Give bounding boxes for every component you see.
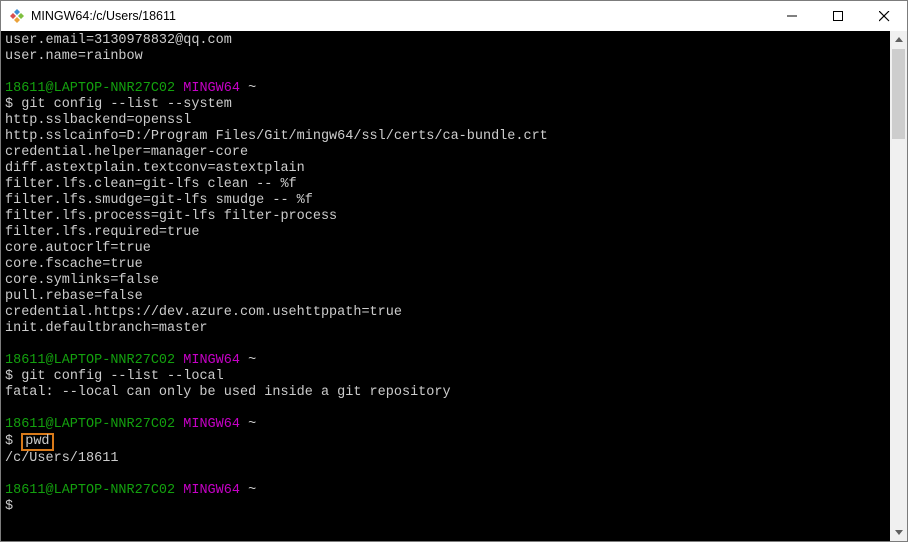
output-line: fatal: --local can only be used inside a… bbox=[5, 385, 451, 400]
vertical-scrollbar[interactable] bbox=[890, 31, 907, 541]
minimize-button[interactable] bbox=[769, 1, 815, 31]
output-line: user.name=rainbow bbox=[5, 49, 143, 64]
blank-line bbox=[5, 337, 886, 353]
output-line: user.email=3130978832@qq.com bbox=[5, 33, 232, 48]
command-text: git config --list --system bbox=[21, 97, 232, 112]
maximize-button[interactable] bbox=[815, 1, 861, 31]
scroll-up-button[interactable] bbox=[890, 31, 907, 48]
output-line: init.defaultbranch=master bbox=[5, 321, 208, 336]
highlighted-command: pwd bbox=[21, 433, 53, 451]
scroll-thumb[interactable] bbox=[892, 49, 905, 139]
prompt-userhost: 18611@LAPTOP-NNR27C02 bbox=[5, 81, 175, 96]
output-line: filter.lfs.clean=git-lfs clean -- %f bbox=[5, 177, 297, 192]
prompt-dollar: $ bbox=[5, 369, 13, 384]
close-button[interactable] bbox=[861, 1, 907, 31]
output-line: core.autocrlf=true bbox=[5, 241, 151, 256]
prompt-env: MINGW64 bbox=[183, 353, 240, 368]
prompt-env: MINGW64 bbox=[183, 483, 240, 498]
output-line: credential.https://dev.azure.com.usehttp… bbox=[5, 305, 402, 320]
output-line: diff.astextplain.textconv=astextplain bbox=[5, 161, 305, 176]
output-line: pull.rebase=false bbox=[5, 289, 143, 304]
prompt-path: ~ bbox=[248, 417, 256, 432]
prompt-dollar: $ bbox=[5, 434, 13, 449]
terminal[interactable]: user.email=3130978832@qq.com user.name=r… bbox=[1, 31, 890, 541]
output-line: core.symlinks=false bbox=[5, 273, 159, 288]
client-area: user.email=3130978832@qq.com user.name=r… bbox=[1, 31, 907, 541]
blank-line bbox=[5, 467, 886, 483]
output-line: core.fscache=true bbox=[5, 257, 143, 272]
prompt-dollar: $ bbox=[5, 97, 13, 112]
prompt-env: MINGW64 bbox=[183, 417, 240, 432]
output-line: credential.helper=manager-core bbox=[5, 145, 248, 160]
output-line: filter.lfs.required=true bbox=[5, 225, 199, 240]
prompt-userhost: 18611@LAPTOP-NNR27C02 bbox=[5, 353, 175, 368]
window-controls bbox=[769, 1, 907, 31]
window-title: MINGW64:/c/Users/18611 bbox=[31, 9, 176, 23]
scroll-down-button[interactable] bbox=[890, 524, 907, 541]
prompt-path: ~ bbox=[248, 353, 256, 368]
git-diamond-icon bbox=[9, 8, 25, 24]
title-bar[interactable]: MINGW64:/c/Users/18611 bbox=[1, 1, 907, 31]
blank-line bbox=[5, 65, 886, 81]
prompt-path: ~ bbox=[248, 81, 256, 96]
prompt-dollar: $ bbox=[5, 499, 13, 514]
prompt-path: ~ bbox=[248, 483, 256, 498]
output-line: http.sslbackend=openssl bbox=[5, 113, 191, 128]
prompt-env: MINGW64 bbox=[183, 81, 240, 96]
output-line: /c/Users/18611 bbox=[5, 451, 118, 466]
blank-line bbox=[5, 401, 886, 417]
command-text: git config --list --local bbox=[21, 369, 224, 384]
output-line: http.sslcainfo=D:/Program Files/Git/ming… bbox=[5, 129, 548, 144]
prompt-userhost: 18611@LAPTOP-NNR27C02 bbox=[5, 417, 175, 432]
window-frame: MINGW64:/c/Users/18611 user.email=313097… bbox=[0, 0, 908, 542]
output-line: filter.lfs.smudge=git-lfs smudge -- %f bbox=[5, 193, 313, 208]
prompt-userhost: 18611@LAPTOP-NNR27C02 bbox=[5, 483, 175, 498]
output-line: filter.lfs.process=git-lfs filter-proces… bbox=[5, 209, 337, 224]
